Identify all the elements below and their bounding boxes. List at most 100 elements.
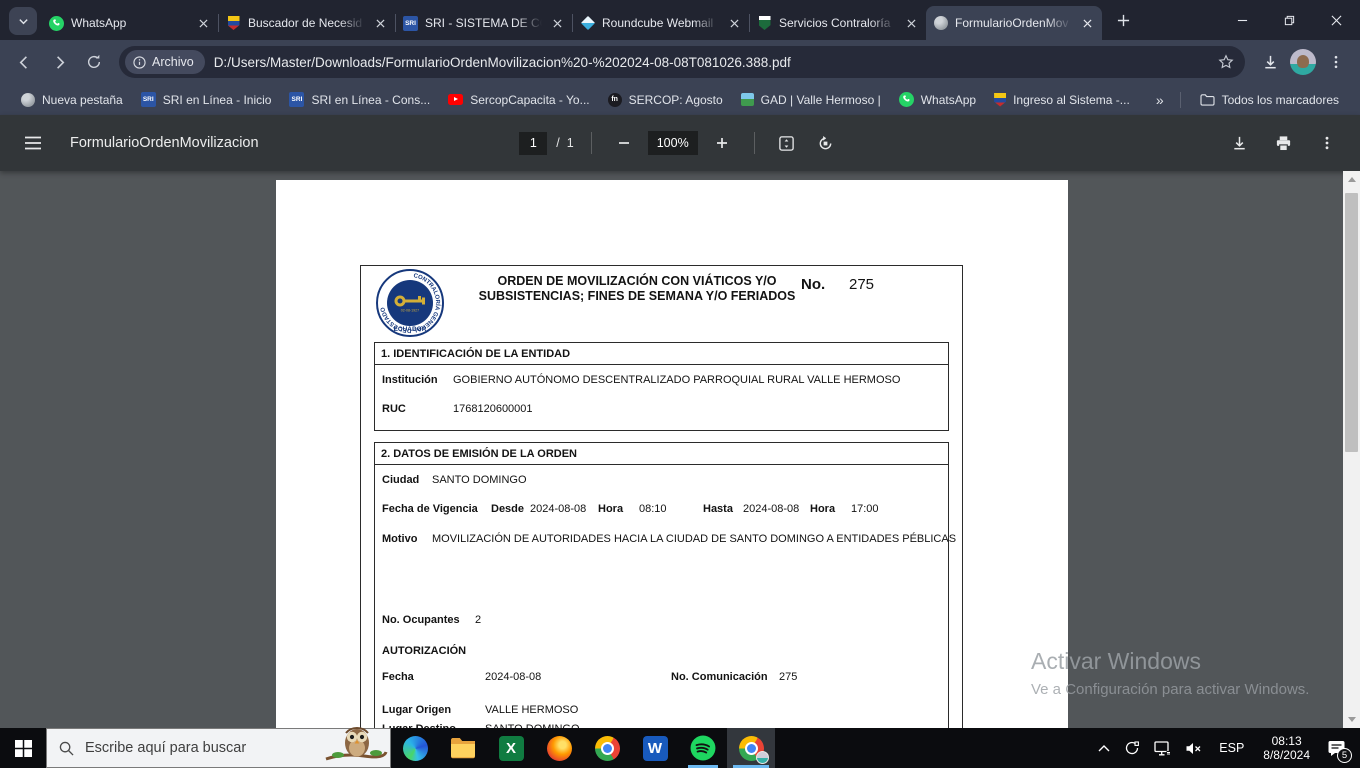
bookmark-gad-valle-hermoso[interactable]: GAD | Valle Hermoso | [732,90,890,110]
tab-close-icon[interactable] [903,15,919,31]
tab-close-icon[interactable] [195,15,211,31]
taskbar-clock[interactable]: 08:13 8/8/2024 [1254,734,1319,762]
url-text[interactable]: D:/Users/Master/Downloads/FormularioOrde… [214,55,1204,70]
tab-close-icon[interactable] [726,15,742,31]
address-bar[interactable]: Archivo D:/Users/Master/Downloads/Formul… [119,46,1245,78]
volume-muted-icon[interactable] [1178,728,1209,768]
taskbar-edge-icon[interactable] [391,728,439,768]
bookmark-label: SERCOP: Agosto [628,92,723,107]
bookmark-sercop-agosto[interactable]: fn SERCOP: Agosto [599,90,732,110]
pdf-viewport: CONTRALORÍA GENERAL DEL ESTADO ECUADOR 0… [0,171,1360,728]
pdf-menu-button[interactable] [18,128,48,158]
bookmark-sri-inicio[interactable]: SRI SRI en Línea - Inicio [132,89,281,110]
motivo-label: Motivo [382,533,418,545]
whatsapp-icon [49,15,64,31]
tab-roundcube[interactable]: Roundcube Webmail [573,6,749,40]
notification-center-button[interactable]: 5 [1319,728,1360,768]
tab-close-icon[interactable] [549,15,565,31]
taskbar-chrome-active-icon[interactable] [727,728,775,768]
restore-button[interactable] [1266,0,1313,40]
new-tab-button[interactable] [1109,6,1137,34]
crest-icon [226,16,241,31]
tab-formulario-active[interactable]: FormularioOrdenMov [926,6,1102,40]
bookmark-label: SercopCapacita - Yo... [470,92,590,107]
section-datos-emision: 2. DATOS DE EMISIÓN DE LA ORDEN Ciudad S… [374,442,956,728]
profile-avatar[interactable] [1290,49,1316,75]
tab-close-icon[interactable] [1079,15,1095,31]
pdf-scrollbar[interactable] [1343,171,1360,728]
document-title: ORDEN DE MOVILIZACIÓN CON VIÁTICOS Y/O S… [478,274,796,303]
zoom-level[interactable]: 100% [647,131,698,155]
taskbar-word-icon[interactable]: W [631,728,679,768]
tab-sri[interactable]: SRI SRI - SISTEMA DE CO [396,6,572,40]
pdf-print-button[interactable] [1268,128,1298,158]
ciudad-value: SANTO DOMINGO [432,474,527,486]
comunicacion-value: 275 [779,671,798,683]
tab-search-button[interactable] [9,7,37,35]
browser-menu-button[interactable] [1321,47,1351,77]
taskbar-search-input[interactable]: Escribe aquí para buscar [46,726,391,768]
ocupantes-value: 2 [475,614,482,626]
hidden-icons-chevron[interactable] [1091,728,1117,768]
tray-sync-icon[interactable] [1117,728,1147,768]
site-info-label: Archivo [152,55,194,69]
bookmarks-bar: Nueva pestaña SRI SRI en Línea - Inicio S… [0,84,1360,115]
page-number-input[interactable] [519,131,548,155]
fit-to-page-button[interactable] [772,128,802,158]
bookmark-sercopcapacita[interactable]: SercopCapacita - Yo... [439,90,598,110]
minimize-button[interactable] [1219,0,1266,40]
pdf-document-title: FormularioOrdenMovilizacion [70,135,259,151]
tab-buscador[interactable]: Buscador de Necesid [219,6,395,40]
tab-label: Buscador de Necesid [248,16,363,30]
divider [753,132,755,154]
site-info-chip[interactable]: Archivo [125,50,205,74]
taskbar-file-explorer-icon[interactable] [439,728,487,768]
order-no-label: No. [801,276,826,293]
motivo-value: MOVILIZACIÓN DE AUTORIDADES HACIA LA CIU… [432,533,957,545]
start-button[interactable] [0,728,46,768]
taskbar-chrome-icon[interactable] [583,728,631,768]
close-window-button[interactable] [1313,0,1360,40]
all-bookmarks-button[interactable]: Todos los marcadores [1191,90,1348,110]
page-count: /1 [556,136,574,150]
scrollbar-thumb[interactable] [1345,193,1358,452]
bookmarks-overflow-button[interactable]: » [1150,92,1170,108]
bookmark-label: Nueva pestaña [42,92,123,107]
tab-whatsapp[interactable]: WhatsApp [42,6,218,40]
bookmark-star-icon[interactable] [1213,49,1239,75]
document-header: CONTRALORÍA GENERAL DEL ESTADO ECUADOR 0… [361,266,962,342]
scroll-up-arrow[interactable] [1343,171,1360,188]
scroll-down-arrow[interactable] [1343,711,1360,728]
zoom-in-button[interactable] [707,128,737,158]
hora2-value: 17:00 [851,503,879,515]
taskbar-excel-icon[interactable]: X [487,728,535,768]
pdf-more-options-button[interactable] [1312,128,1342,158]
pdf-download-button[interactable] [1224,128,1254,158]
svg-text:02-08-1927: 02-08-1927 [401,309,419,313]
reload-button[interactable] [79,47,109,77]
taskbar-spotify-icon[interactable] [679,728,727,768]
tab-label: Servicios Contraloría [779,16,891,30]
back-button[interactable] [9,47,39,77]
tab-label: Roundcube Webmail [602,16,714,30]
forward-button[interactable] [44,47,74,77]
tab-close-icon[interactable] [372,15,388,31]
zoom-out-button[interactable] [609,128,639,158]
taskbar-firefox-icon[interactable] [535,728,583,768]
ocupantes-label: No. Ocupantes [382,614,460,626]
downloads-button[interactable] [1255,47,1285,77]
bookmark-whatsapp[interactable]: WhatsApp [890,89,985,110]
fn-icon: fn [607,92,622,107]
sri-icon: SRI [140,92,156,107]
pdf-globe-icon [933,16,948,31]
bookmark-sri-consultas[interactable]: SRI SRI en Línea - Cons... [280,89,439,110]
bookmark-nueva-pestana[interactable]: Nueva pestaña [12,90,132,110]
youtube-icon [448,94,464,105]
rotate-button[interactable] [811,128,841,158]
bookmark-ingreso-sistema[interactable]: Ingreso al Sistema -... [985,90,1139,110]
network-icon[interactable] [1147,728,1178,768]
windows-taskbar: Escribe aquí para buscar X W ESP 08:13 8… [0,726,1360,768]
tab-contraloria[interactable]: Servicios Contraloría [750,6,926,40]
bookmark-label: WhatsApp [920,92,977,107]
language-indicator[interactable]: ESP [1209,728,1254,768]
